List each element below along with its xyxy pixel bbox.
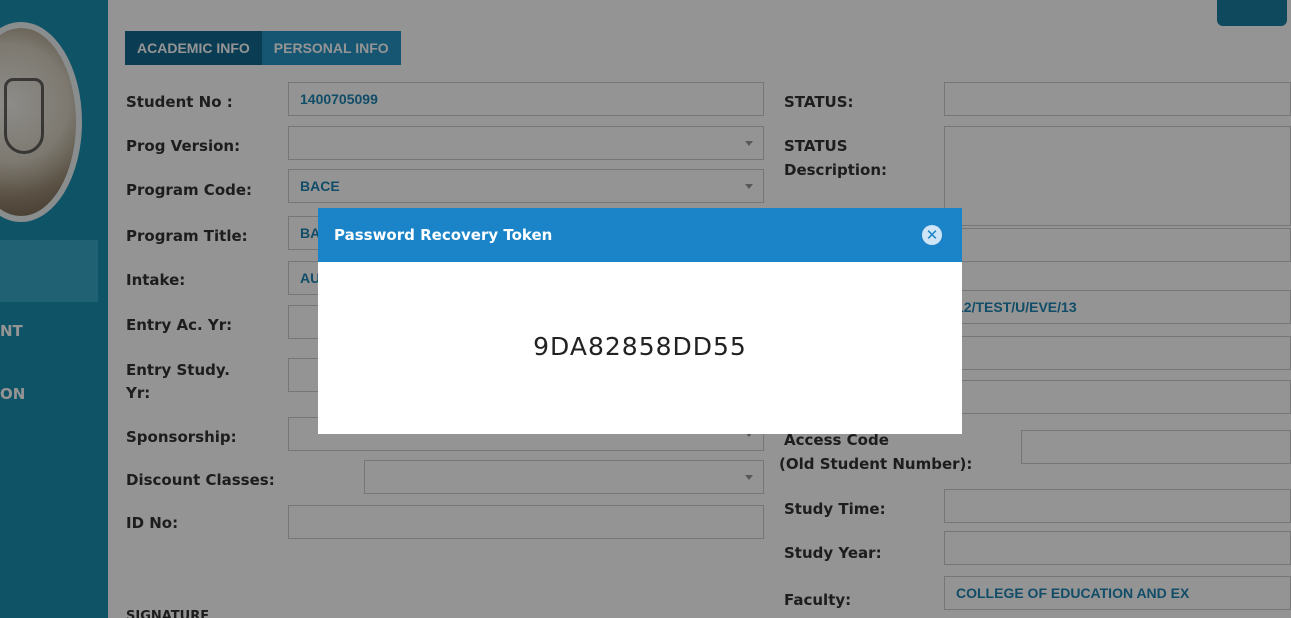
modal-body: 9DA82858DD55	[318, 262, 962, 434]
password-recovery-modal: Password Recovery Token ✕ 9DA82858DD55	[318, 208, 962, 434]
close-icon[interactable]: ✕	[922, 225, 942, 245]
recovery-token: 9DA82858DD55	[533, 331, 747, 361]
modal-title: Password Recovery Token	[334, 226, 553, 244]
modal-header: Password Recovery Token ✕	[318, 208, 962, 262]
